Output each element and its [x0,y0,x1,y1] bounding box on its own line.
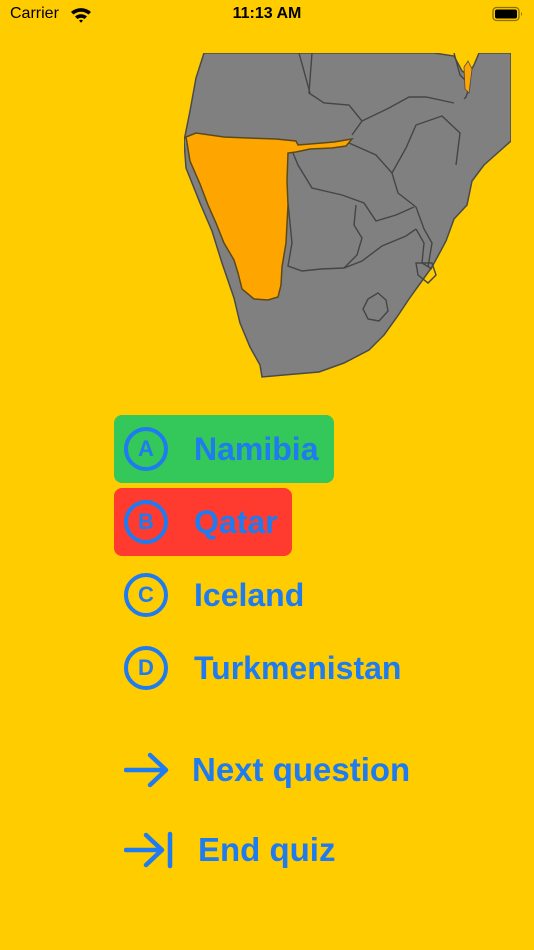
end-quiz-label: End quiz [198,831,336,868]
quiz-map [183,52,512,378]
answer-option-d[interactable]: D Turkmenistan [114,634,424,702]
option-c-circle-icon: C [124,573,168,617]
answer-option-b[interactable]: B Qatar [114,488,292,556]
battery-icon [492,6,524,27]
arrow-right-icon [124,752,169,788]
option-d-label: Turkmenistan [194,649,402,686]
arrow-right-to-line-icon [124,831,173,869]
option-a-label: Namibia [194,430,319,467]
next-question-button[interactable]: Next question [124,745,410,795]
option-c-label: Iceland [194,576,305,613]
option-b-circle-icon: B [124,500,168,544]
option-d-circle-icon: D [124,646,168,690]
next-question-label: Next question [192,751,411,788]
option-b-label: Qatar [194,503,278,540]
clock: 11:13 AM [232,5,302,22]
answer-option-a[interactable]: A Namibia [114,415,334,483]
status-bar: Carrier 11:13 AM [0,0,534,30]
option-a-circle-icon: A [124,427,168,471]
end-quiz-button[interactable]: End quiz [124,825,335,875]
answer-option-c[interactable]: C Iceland [114,561,344,629]
